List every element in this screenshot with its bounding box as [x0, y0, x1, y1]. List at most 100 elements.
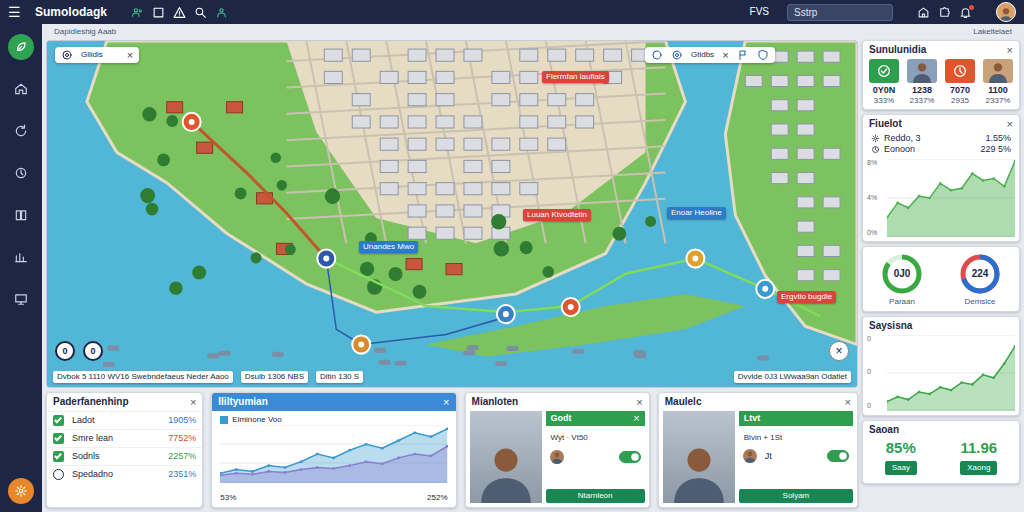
chart-area [220, 428, 447, 482]
map-pin[interactable] [352, 335, 370, 353]
score-button[interactable]: Xaong [960, 461, 997, 475]
close-button[interactable]: × [845, 397, 851, 408]
close-button[interactable]: × [190, 397, 196, 408]
sidebar-item[interactable] [8, 202, 34, 228]
close-button[interactable]: × [127, 50, 133, 61]
status-item: Ditin 130 S [316, 371, 363, 383]
chart-point [381, 446, 384, 449]
toggle-switch[interactable] [619, 451, 641, 463]
route-line [192, 122, 327, 259]
row-value: 7752% [168, 433, 196, 444]
main-area: Dapidleshig AaabLakeltelaet Flermfan lau… [42, 24, 1024, 512]
sidebar-item[interactable] [8, 34, 34, 60]
map-pin[interactable] [183, 113, 201, 131]
home-icon [14, 82, 28, 96]
row-value: 2257% [168, 451, 196, 462]
close-button[interactable]: × [1007, 45, 1013, 56]
map-canvas[interactable] [47, 41, 857, 387]
panel-detail: Wyt · Vt50 [546, 430, 645, 446]
sidebar-item[interactable] [8, 244, 34, 270]
chart-point [446, 427, 448, 430]
map-tool[interactable] [737, 49, 749, 61]
map-pin[interactable] [686, 249, 704, 267]
chart-tick: 0 [867, 335, 883, 343]
card-header: Saoan [863, 421, 1019, 439]
map-label[interactable]: Ergvtio bugdle [777, 291, 836, 303]
row-checkbox[interactable] [53, 451, 64, 462]
map-label[interactable]: Enoar Heoline [667, 207, 726, 219]
toolbar-label: Gtidbs [691, 50, 714, 60]
toggle-switch[interactable] [827, 450, 849, 462]
close-button[interactable]: × [636, 397, 642, 408]
chart-point [887, 216, 888, 219]
panel-note: Jt [765, 451, 772, 462]
map-pin[interactable] [562, 298, 580, 316]
notification-button[interactable] [959, 6, 972, 19]
toolbar-button[interactable] [194, 6, 207, 19]
row-checkbox[interactable] [53, 415, 64, 426]
search-icon [194, 6, 207, 19]
list-row[interactable]: Sodnls2257% [47, 447, 202, 465]
chart-point [267, 470, 270, 473]
map-label[interactable]: Unandes Mwo [359, 241, 418, 253]
score-button[interactable]: Saay [885, 461, 917, 475]
gauge: 224Demsice [957, 251, 1003, 307]
close-button[interactable]: × [633, 413, 639, 424]
toolbar-button[interactable] [173, 6, 186, 19]
menu-button[interactable]: ☰ [8, 5, 21, 19]
action-button[interactable] [917, 6, 930, 19]
chart-point [251, 473, 254, 476]
search-field[interactable] [787, 4, 893, 21]
summary-tile[interactable]: 11002337% [981, 59, 1015, 105]
person-figure [473, 423, 539, 503]
avatar-photo [743, 449, 757, 463]
chart-point [1003, 185, 1006, 188]
zoom-close-button[interactable]: × [829, 341, 849, 361]
summary-tile[interactable]: 12382337% [905, 59, 939, 105]
chart-point [349, 448, 352, 451]
map-toolbar: Gtidbs × [645, 47, 775, 63]
list-row[interactable]: Ladot1905% [47, 411, 202, 429]
close-button[interactable]: × [443, 397, 449, 408]
tile-sub: 2337% [905, 96, 939, 106]
map-pin[interactable] [497, 305, 515, 323]
summary-tile[interactable]: 0Y0N333% [867, 59, 901, 105]
settings-button[interactable] [8, 478, 34, 504]
chart-point [918, 195, 921, 198]
chart-point [284, 471, 287, 474]
map-pin[interactable] [317, 249, 335, 267]
map-tool[interactable] [651, 49, 663, 61]
person-photo [470, 411, 542, 503]
list-row[interactable]: Spedadno2351% [47, 465, 202, 483]
map-tool[interactable] [671, 49, 683, 61]
map-toggle[interactable]: 0 [55, 341, 75, 361]
map-search-chip[interactable]: Gliidis× [55, 47, 139, 63]
toolbar-button[interactable] [215, 6, 228, 19]
chip-icon-wrap [61, 49, 73, 61]
summary-tile[interactable]: 70702935 [943, 59, 977, 105]
chart-point [939, 182, 942, 185]
map[interactable]: Flermfan laufiais Luuan Ktvodtetin Unandes… [46, 40, 858, 388]
map-toggle[interactable]: 0 [83, 341, 103, 361]
user-avatar[interactable] [996, 2, 1016, 22]
close-button[interactable]: × [1007, 119, 1013, 130]
list-row[interactable]: Smre lean7752% [47, 429, 202, 447]
row-checkbox[interactable] [53, 469, 64, 480]
map-label[interactable]: Flermfan laufiais [542, 71, 609, 83]
toolbar-button[interactable] [152, 6, 165, 19]
action-button[interactable] [938, 6, 951, 19]
fuel-value: 229 5% [980, 144, 1011, 155]
map-label[interactable]: Luuan Ktvodtetin [523, 209, 591, 221]
toolbar-button[interactable] [131, 6, 144, 19]
map-pin[interactable] [756, 280, 774, 298]
sidebar-item[interactable] [8, 118, 34, 144]
map-tool[interactable] [757, 49, 769, 61]
sidebar-item[interactable] [8, 160, 34, 186]
action-button[interactable]: Solyam [739, 489, 853, 503]
sidebar-item[interactable] [8, 76, 34, 102]
row-checkbox[interactable] [53, 433, 64, 444]
action-button[interactable]: Ntarnleon [546, 489, 645, 503]
route-line [326, 259, 516, 345]
close-button[interactable]: × [722, 50, 728, 61]
sidebar-item[interactable] [8, 286, 34, 312]
